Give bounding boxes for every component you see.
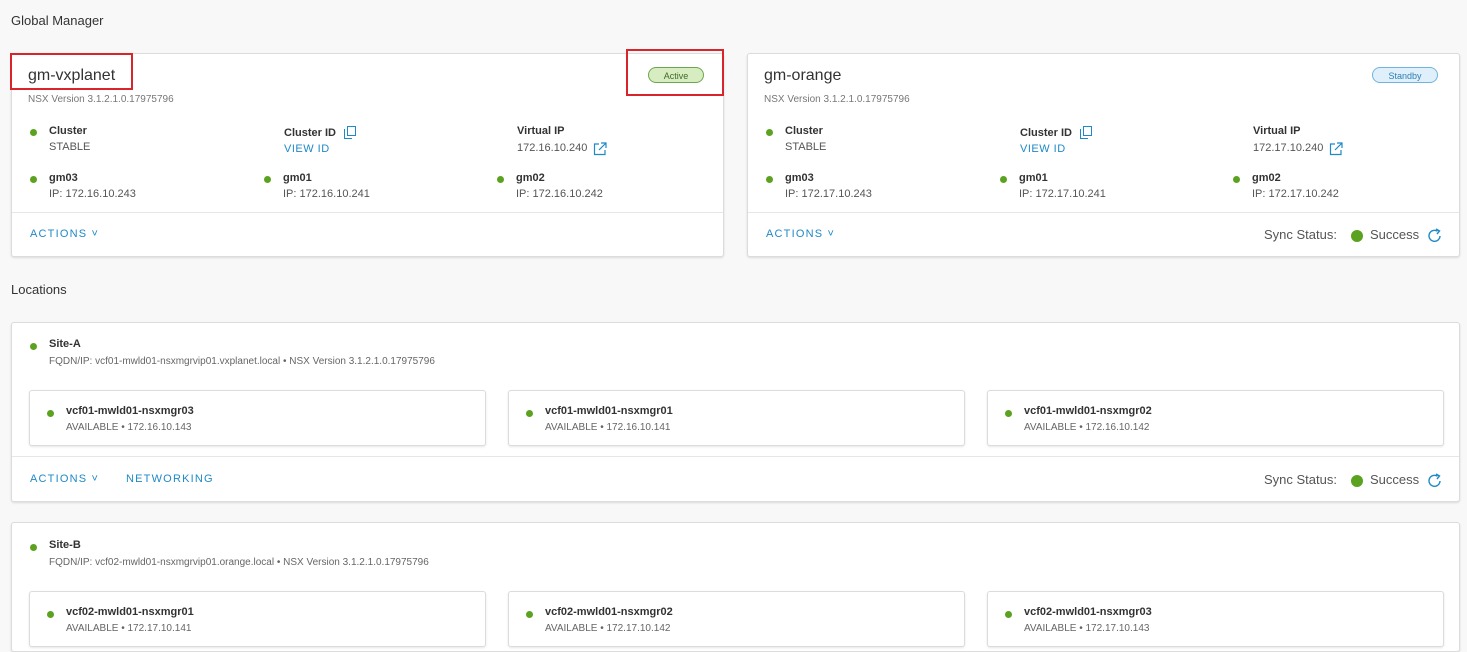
node-name: vcf01-mwld01-nsxmgr01 (545, 405, 673, 417)
refresh-icon[interactable] (1427, 473, 1443, 489)
site-name: Site-B (49, 539, 81, 551)
manager-node-card: vcf01-mwld01-nsxmgr02 AVAILABLE • 172.16… (987, 390, 1444, 446)
node-status-dot (1005, 410, 1012, 417)
node-name: vcf01-mwld01-nsxmgr03 (66, 405, 194, 417)
card-divider (748, 212, 1459, 213)
node-name: gm02 (516, 172, 545, 184)
node-ip: IP: 172.16.10.241 (283, 188, 370, 200)
node-name: vcf01-mwld01-nsxmgr02 (1024, 405, 1152, 417)
node-status-dot (766, 176, 773, 183)
networking-button[interactable]: NETWORKING (126, 473, 214, 485)
card-divider (12, 456, 1459, 457)
actions-button[interactable]: ACTIONS ˅ (30, 473, 99, 485)
virtual-ip-value: 172.17.10.240 (1253, 142, 1324, 154)
node-status-dot (526, 611, 533, 618)
manager-node-card: vcf01-mwld01-nsxmgr01 AVAILABLE • 172.16… (508, 390, 965, 446)
node-ip: IP: 172.17.10.241 (1019, 188, 1106, 200)
node-name: vcf02-mwld01-nsxmgr03 (1024, 606, 1152, 618)
node-ip: IP: 172.16.10.243 (49, 188, 136, 200)
view-id-link[interactable]: VIEW ID (1020, 143, 1066, 155)
site-status-dot (30, 544, 37, 551)
node-status: AVAILABLE • 172.17.10.141 (66, 623, 192, 634)
manager-node-card: vcf02-mwld01-nsxmgr02 AVAILABLE • 172.17… (508, 591, 965, 647)
status-badge-standby: Standby (1372, 67, 1438, 83)
view-id-link[interactable]: VIEW ID (284, 143, 330, 155)
node-status-dot (1233, 176, 1240, 183)
manager-node-card: vcf02-mwld01-nsxmgr01 AVAILABLE • 172.17… (29, 591, 486, 647)
node-status-dot (30, 176, 37, 183)
node-status-dot (1005, 611, 1012, 618)
manager-node-card: vcf02-mwld01-nsxmgr03 AVAILABLE • 172.17… (987, 591, 1444, 647)
highlight-box-active-badge (626, 49, 724, 96)
node-name: vcf02-mwld01-nsxmgr01 (66, 606, 194, 618)
sync-status-label: Sync Status: (1264, 227, 1337, 242)
node-name: vcf02-mwld01-nsxmgr02 (545, 606, 673, 618)
sync-status-value: Success (1370, 227, 1420, 242)
gm-version: NSX Version 3.1.2.1.0.17975796 (28, 94, 174, 105)
actions-button[interactable]: ACTIONS ˅ (766, 228, 835, 240)
gm-card-orange: gm-orange NSX Version 3.1.2.1.0.17975796… (747, 53, 1460, 257)
cluster-status: STABLE (49, 141, 91, 153)
cluster-id-label: Cluster ID (284, 127, 336, 139)
sync-status-value: Success (1370, 472, 1420, 487)
node-name: gm02 (1252, 172, 1281, 184)
site-fqdn: FQDN/IP: vcf01-mwld01-nsxmgrvip01.vxplan… (49, 356, 435, 367)
virtual-ip-label: Virtual IP (1253, 125, 1301, 137)
node-name: gm03 (49, 172, 78, 184)
sync-status-dot (1351, 475, 1363, 487)
locations-title: Locations (11, 282, 67, 297)
node-name: gm01 (283, 172, 312, 184)
actions-button[interactable]: ACTIONS ˅ (30, 228, 99, 240)
cluster-label: Cluster (49, 125, 87, 137)
node-status-dot (497, 176, 504, 183)
virtual-ip-value: 172.16.10.240 (517, 142, 588, 154)
node-status-dot (47, 611, 54, 618)
node-name: gm01 (1019, 172, 1048, 184)
card-divider (12, 212, 723, 213)
node-status: AVAILABLE • 172.16.10.142 (1024, 422, 1150, 433)
cluster-id-label: Cluster ID (1020, 127, 1072, 139)
site-status-dot (30, 343, 37, 350)
node-status: AVAILABLE • 172.17.10.142 (545, 623, 671, 634)
node-status-dot (1000, 176, 1007, 183)
cluster-label: Cluster (785, 125, 823, 137)
node-status: AVAILABLE • 172.16.10.141 (545, 422, 671, 433)
gm-name: gm-orange (764, 67, 842, 84)
manager-node-card: vcf01-mwld01-nsxmgr03 AVAILABLE • 172.16… (29, 390, 486, 446)
copy-icon[interactable] (1080, 126, 1092, 139)
node-status-dot (264, 176, 271, 183)
global-manager-title: Global Manager (11, 13, 104, 28)
site-card-b: Site-B FQDN/IP: vcf02-mwld01-nsxmgrvip01… (11, 522, 1460, 652)
site-fqdn: FQDN/IP: vcf02-mwld01-nsxmgrvip01.orange… (49, 557, 429, 568)
node-status: AVAILABLE • 172.17.10.143 (1024, 623, 1150, 634)
copy-icon[interactable] (344, 126, 356, 139)
external-link-icon[interactable] (1329, 142, 1343, 156)
node-ip: IP: 172.16.10.242 (516, 188, 603, 200)
node-name: gm03 (785, 172, 814, 184)
refresh-icon[interactable] (1427, 228, 1443, 244)
site-name: Site-A (49, 338, 81, 350)
sync-status-dot (1351, 230, 1363, 242)
node-status: AVAILABLE • 172.16.10.143 (66, 422, 192, 433)
node-status-dot (47, 410, 54, 417)
node-ip: IP: 172.17.10.243 (785, 188, 872, 200)
cluster-status: STABLE (785, 141, 827, 153)
gm-version: NSX Version 3.1.2.1.0.17975796 (764, 94, 910, 105)
site-card-a: Site-A FQDN/IP: vcf01-mwld01-nsxmgrvip01… (11, 322, 1460, 502)
highlight-box-gm-name (10, 53, 133, 90)
external-link-icon[interactable] (593, 142, 607, 156)
node-status-dot (526, 410, 533, 417)
virtual-ip-label: Virtual IP (517, 125, 565, 137)
cluster-status-dot (30, 129, 37, 136)
node-ip: IP: 172.17.10.242 (1252, 188, 1339, 200)
sync-status-label: Sync Status: (1264, 472, 1337, 487)
cluster-status-dot (766, 129, 773, 136)
